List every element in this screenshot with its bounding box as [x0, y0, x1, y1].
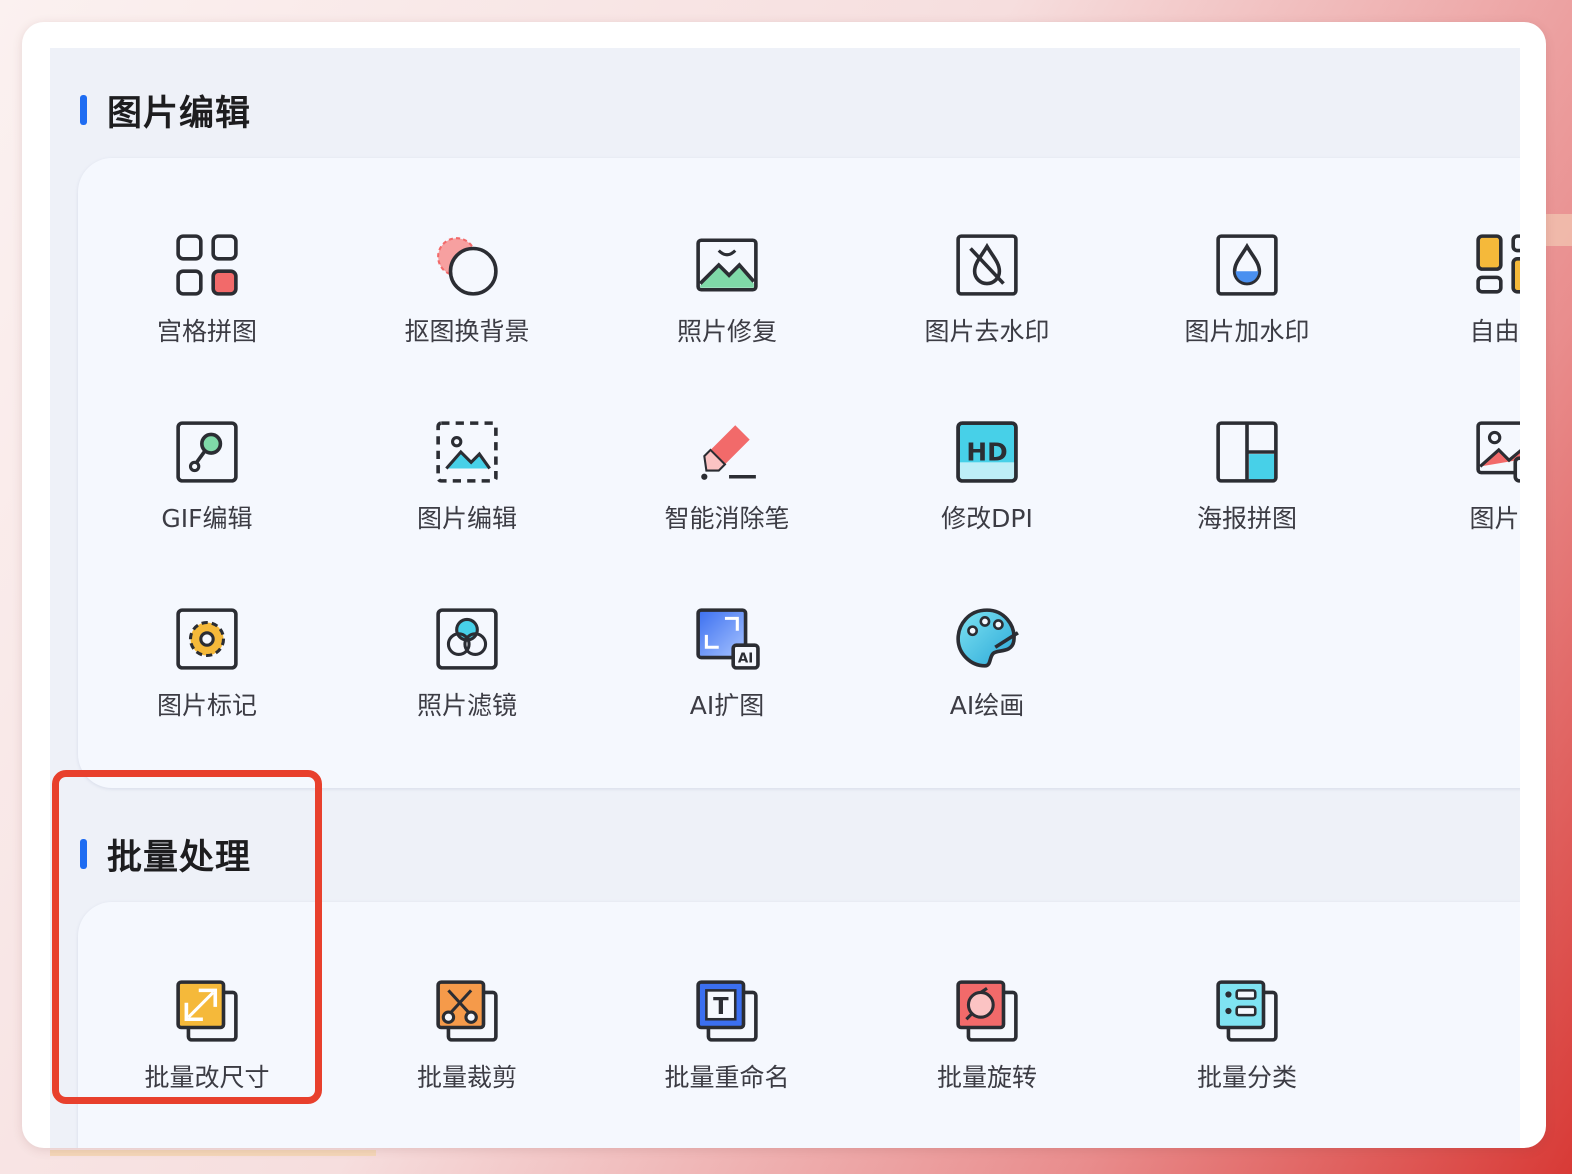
tool-image-add[interactable]: 图片加: [1392, 417, 1520, 535]
tool-label: 宫格拼图: [156, 317, 257, 346]
tool-batch-resize[interactable]: 批量改尺寸: [92, 976, 322, 1094]
tool-smart-eraser[interactable]: 智能消除笔: [612, 417, 842, 535]
tool-batch-crop[interactable]: 批量裁剪: [352, 976, 582, 1094]
photo-filter-icon: [432, 604, 502, 674]
svg-text:T: T: [713, 994, 729, 1020]
batch-classify-icon: [1212, 976, 1282, 1046]
tool-photo-filter[interactable]: 照片滤镜: [352, 604, 582, 722]
poster-collage-icon: [1212, 417, 1282, 487]
section-title: 批量处理: [107, 837, 252, 878]
tool-label: AI绘画: [949, 691, 1025, 720]
tool-ai-expand[interactable]: AI AI扩图: [612, 604, 842, 722]
section-accent-bar: [80, 95, 87, 125]
tool-gif-edit[interactable]: GIF编辑: [92, 417, 322, 535]
batch-rename-icon: T: [692, 976, 762, 1046]
tool-label: 照片修复: [676, 317, 777, 346]
tool-free-collage[interactable]: 自由拼: [1392, 230, 1520, 348]
tool-label: 图片加水印: [1184, 317, 1310, 346]
tool-modify-dpi[interactable]: HD 修改DPI: [872, 417, 1102, 535]
svg-text:HD: HD: [966, 437, 1007, 466]
batch-resize-icon: [172, 976, 242, 1046]
tool-label: 批量裁剪: [416, 1063, 517, 1092]
gif-edit-icon: [172, 417, 242, 487]
free-collage-icon: [1472, 230, 1520, 300]
image-edit-card: 宫格拼图 抠图换背景 照片修复 图片去水印 图片加水印 自由 GIF编辑 图片编…: [78, 158, 1520, 788]
tool-poster-collage[interactable]: 海报拼图: [1132, 417, 1362, 535]
section-header-batch: 批量处理: [80, 834, 251, 878]
ai-expand-icon: AI: [692, 604, 762, 674]
image-mark-icon: [172, 604, 242, 674]
tool-label: 批量分类: [1196, 1063, 1297, 1092]
tool-label: 批量旋转: [936, 1063, 1037, 1092]
tool-remove-watermark[interactable]: 图片去水印: [872, 230, 1102, 348]
tool-label: 海报拼图: [1196, 504, 1297, 533]
tool-add-watermark[interactable]: 图片加水印: [1132, 230, 1362, 348]
photo-repair-icon: [692, 230, 762, 300]
tool-label: 照片滤镜: [416, 691, 517, 720]
tool-label: 批量重命名: [664, 1063, 790, 1092]
tool-window: 图片编辑 宫格拼图 抠图换背景 照片修复 图片去水印 图片加水印 自由 GIF编…: [22, 22, 1546, 1148]
tool-label: 图片编辑: [416, 504, 517, 533]
tool-grid-collage[interactable]: 宫格拼图: [92, 230, 322, 348]
batch-crop-icon: [432, 976, 502, 1046]
tool-label: 修改DPI: [941, 504, 1033, 533]
tools-panel: 图片编辑 宫格拼图 抠图换背景 照片修复 图片去水印 图片加水印 自由 GIF编…: [50, 48, 1520, 1148]
tool-ai-paint[interactable]: AI绘画: [872, 604, 1102, 722]
tool-label: 批量改尺寸: [144, 1063, 270, 1092]
tool-photo-repair[interactable]: 照片修复: [612, 230, 842, 348]
hd-dpi-icon: HD: [952, 417, 1022, 487]
section-title: 图片编辑: [107, 93, 252, 134]
tool-batch-rename[interactable]: T 批量重命名: [612, 976, 842, 1094]
tool-label: 图片标记: [156, 691, 257, 720]
cutout-background-icon: [432, 230, 502, 300]
tool-label: AI扩图: [689, 691, 765, 720]
tool-label: 图片加: [1469, 504, 1520, 533]
background-stripe-bottom: [50, 1150, 376, 1156]
ai-paint-palette-icon: [952, 604, 1022, 674]
tool-label: 抠图换背景: [404, 317, 530, 346]
svg-text:AI: AI: [738, 652, 753, 667]
tool-label: GIF编辑: [161, 504, 253, 533]
grid-icon: [172, 230, 242, 300]
tool-label: 图片去水印: [924, 317, 1050, 346]
batch-card: 批量改尺寸 批量裁剪 T 批量重命名 批量旋转 批量分类: [78, 902, 1520, 1148]
tool-image-mark[interactable]: 图片标记: [92, 604, 322, 722]
tool-cutout-background[interactable]: 抠图换背景: [352, 230, 582, 348]
batch-rotate-icon: [952, 976, 1022, 1046]
image-add-icon: [1472, 417, 1520, 487]
section-header-image-edit: 图片编辑: [80, 90, 251, 134]
remove-watermark-icon: [952, 230, 1022, 300]
tool-image-edit[interactable]: 图片编辑: [352, 417, 582, 535]
image-edit-icon: [432, 417, 502, 487]
tool-label: 智能消除笔: [664, 504, 790, 533]
tool-batch-rotate[interactable]: 批量旋转: [872, 976, 1102, 1094]
add-watermark-icon: [1212, 230, 1282, 300]
section-accent-bar: [80, 839, 87, 869]
tool-label: 自由拼: [1469, 317, 1520, 346]
tool-batch-classify[interactable]: 批量分类: [1132, 976, 1362, 1094]
smart-eraser-icon: [692, 417, 762, 487]
